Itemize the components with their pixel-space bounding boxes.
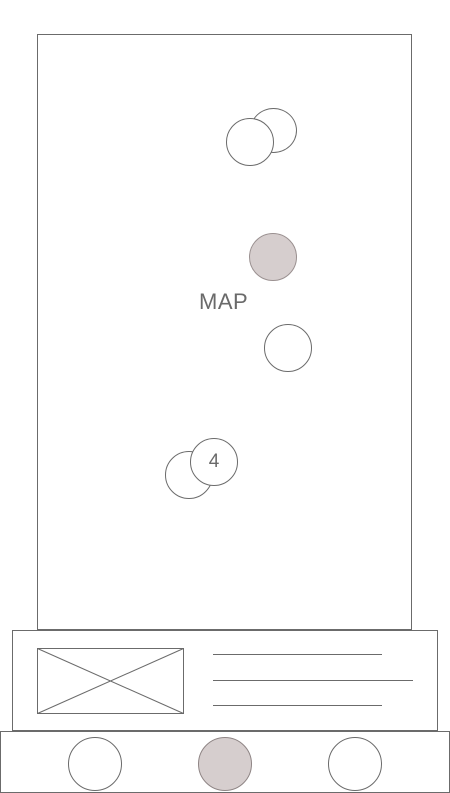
nav-button-right[interactable] bbox=[328, 737, 382, 791]
cluster-count: 4 bbox=[208, 451, 220, 472]
image-placeholder-icon bbox=[37, 648, 184, 714]
nav-button-center[interactable] bbox=[198, 737, 252, 791]
card-text-line bbox=[213, 680, 413, 681]
map-pin-selected[interactable] bbox=[249, 233, 297, 281]
nav-button-left[interactable] bbox=[68, 737, 122, 791]
card-text-line bbox=[213, 705, 382, 706]
card-text-line bbox=[213, 654, 382, 655]
map-label: MAP bbox=[199, 289, 249, 314]
map-view[interactable] bbox=[37, 34, 412, 630]
map-pin[interactable] bbox=[226, 118, 274, 166]
map-pin[interactable] bbox=[264, 324, 312, 372]
map-cluster-pin[interactable]: 4 bbox=[190, 438, 238, 486]
